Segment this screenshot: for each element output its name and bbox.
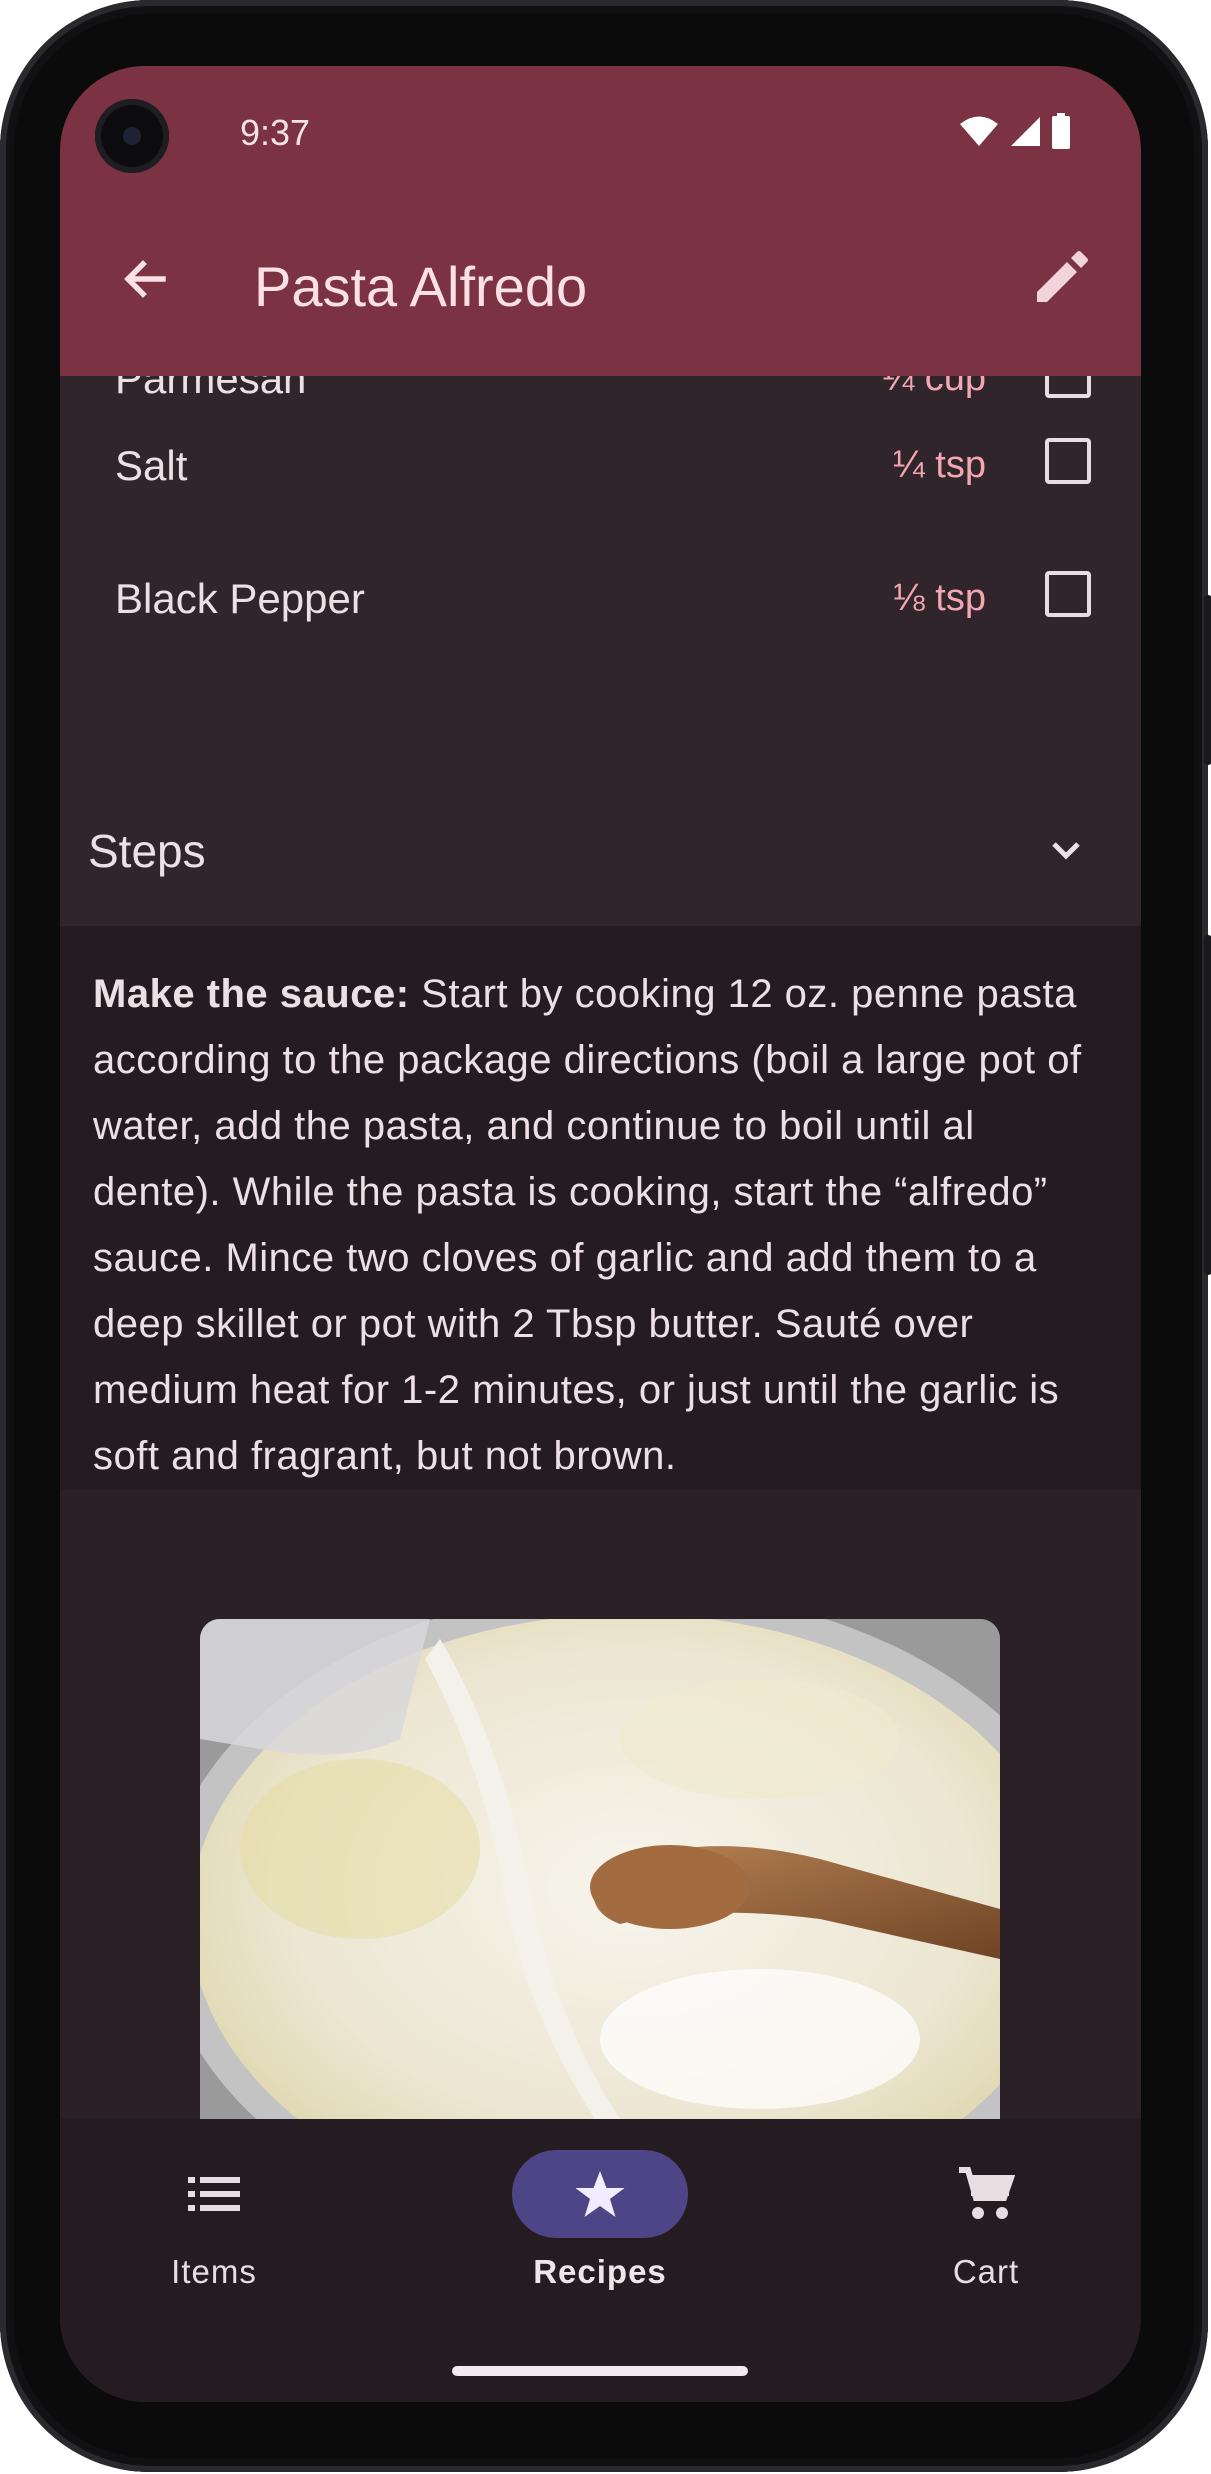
steps-body: Make the sauce: Start by cooking 12 oz. …	[60, 926, 1141, 1489]
step-photo	[200, 1619, 1000, 2119]
status-icons	[959, 113, 1071, 149]
screen: 9:37 Pasta Alfredo Parmesan ¼ cup Salt ¼…	[60, 66, 1141, 2402]
ingredient-quantity: ⅛ tsp	[893, 577, 986, 619]
nav-item-items[interactable]: Items	[84, 2149, 344, 2291]
wifi-icon	[960, 116, 998, 146]
ingredient-checkbox[interactable]	[1045, 438, 1091, 484]
nav-label: Recipes	[533, 2253, 667, 2290]
ingredients-list: Parmesan ¼ cup Salt ¼ tsp Black Pepper ⅛…	[60, 376, 1141, 774]
step-title: Make the sauce:	[93, 972, 410, 1016]
step-photo-illustration	[200, 1619, 1000, 2119]
back-arrow-icon[interactable]	[115, 249, 175, 309]
home-indicator[interactable]	[452, 2366, 748, 2376]
edit-pencil-icon[interactable]	[1031, 248, 1091, 308]
ingredient-row: Parmesan ¼ cup	[60, 376, 1141, 431]
bottom-navigation: Items Recipes Cart	[60, 2119, 1141, 2402]
steps-section-header[interactable]: Steps	[60, 774, 1141, 926]
nav-label: Items	[171, 2253, 257, 2290]
ingredient-quantity: ¼ tsp	[893, 444, 986, 486]
nav-item-cart[interactable]: Cart	[856, 2149, 1116, 2291]
list-icon	[188, 2177, 240, 2211]
ingredient-row: Black Pepper ⅛ tsp	[60, 571, 1141, 707]
steps-header-label: Steps	[88, 825, 206, 877]
ingredient-checkbox[interactable]	[1045, 376, 1091, 398]
ingredient-name: Black Pepper	[115, 575, 365, 622]
step-text: Make the sauce: Start by cooking 12 oz. …	[93, 961, 1109, 1489]
recipe-content: Parmesan ¼ cup Salt ¼ tsp Black Pepper ⅛…	[60, 376, 1141, 1489]
chevron-down-icon	[1052, 842, 1080, 860]
nav-item-recipes[interactable]: Recipes	[470, 2149, 730, 2291]
power-button	[1204, 595, 1211, 765]
status-time: 9:37	[240, 112, 311, 153]
page-title: Pasta Alfredo	[254, 255, 588, 318]
signal-icon	[1011, 117, 1040, 146]
ingredient-name: Salt	[115, 442, 188, 489]
ingredient-row: Salt ¼ tsp	[60, 438, 1141, 574]
ingredient-quantity: ¼ cup	[882, 376, 986, 399]
ingredient-checkbox[interactable]	[1045, 571, 1091, 617]
star-icon	[575, 2171, 625, 2217]
volume-button	[1204, 935, 1211, 1275]
nav-label: Cart	[952, 2253, 1020, 2290]
cart-icon	[959, 2167, 1015, 2219]
battery-icon	[1052, 113, 1070, 149]
step-description: Start by cooking 12 oz. penne pasta acco…	[93, 972, 1082, 1478]
camera-cutout	[95, 99, 169, 173]
ingredient-name: Parmesan	[115, 376, 307, 402]
active-indicator	[512, 2150, 688, 2238]
app-bar: 9:37 Pasta Alfredo	[60, 66, 1141, 376]
